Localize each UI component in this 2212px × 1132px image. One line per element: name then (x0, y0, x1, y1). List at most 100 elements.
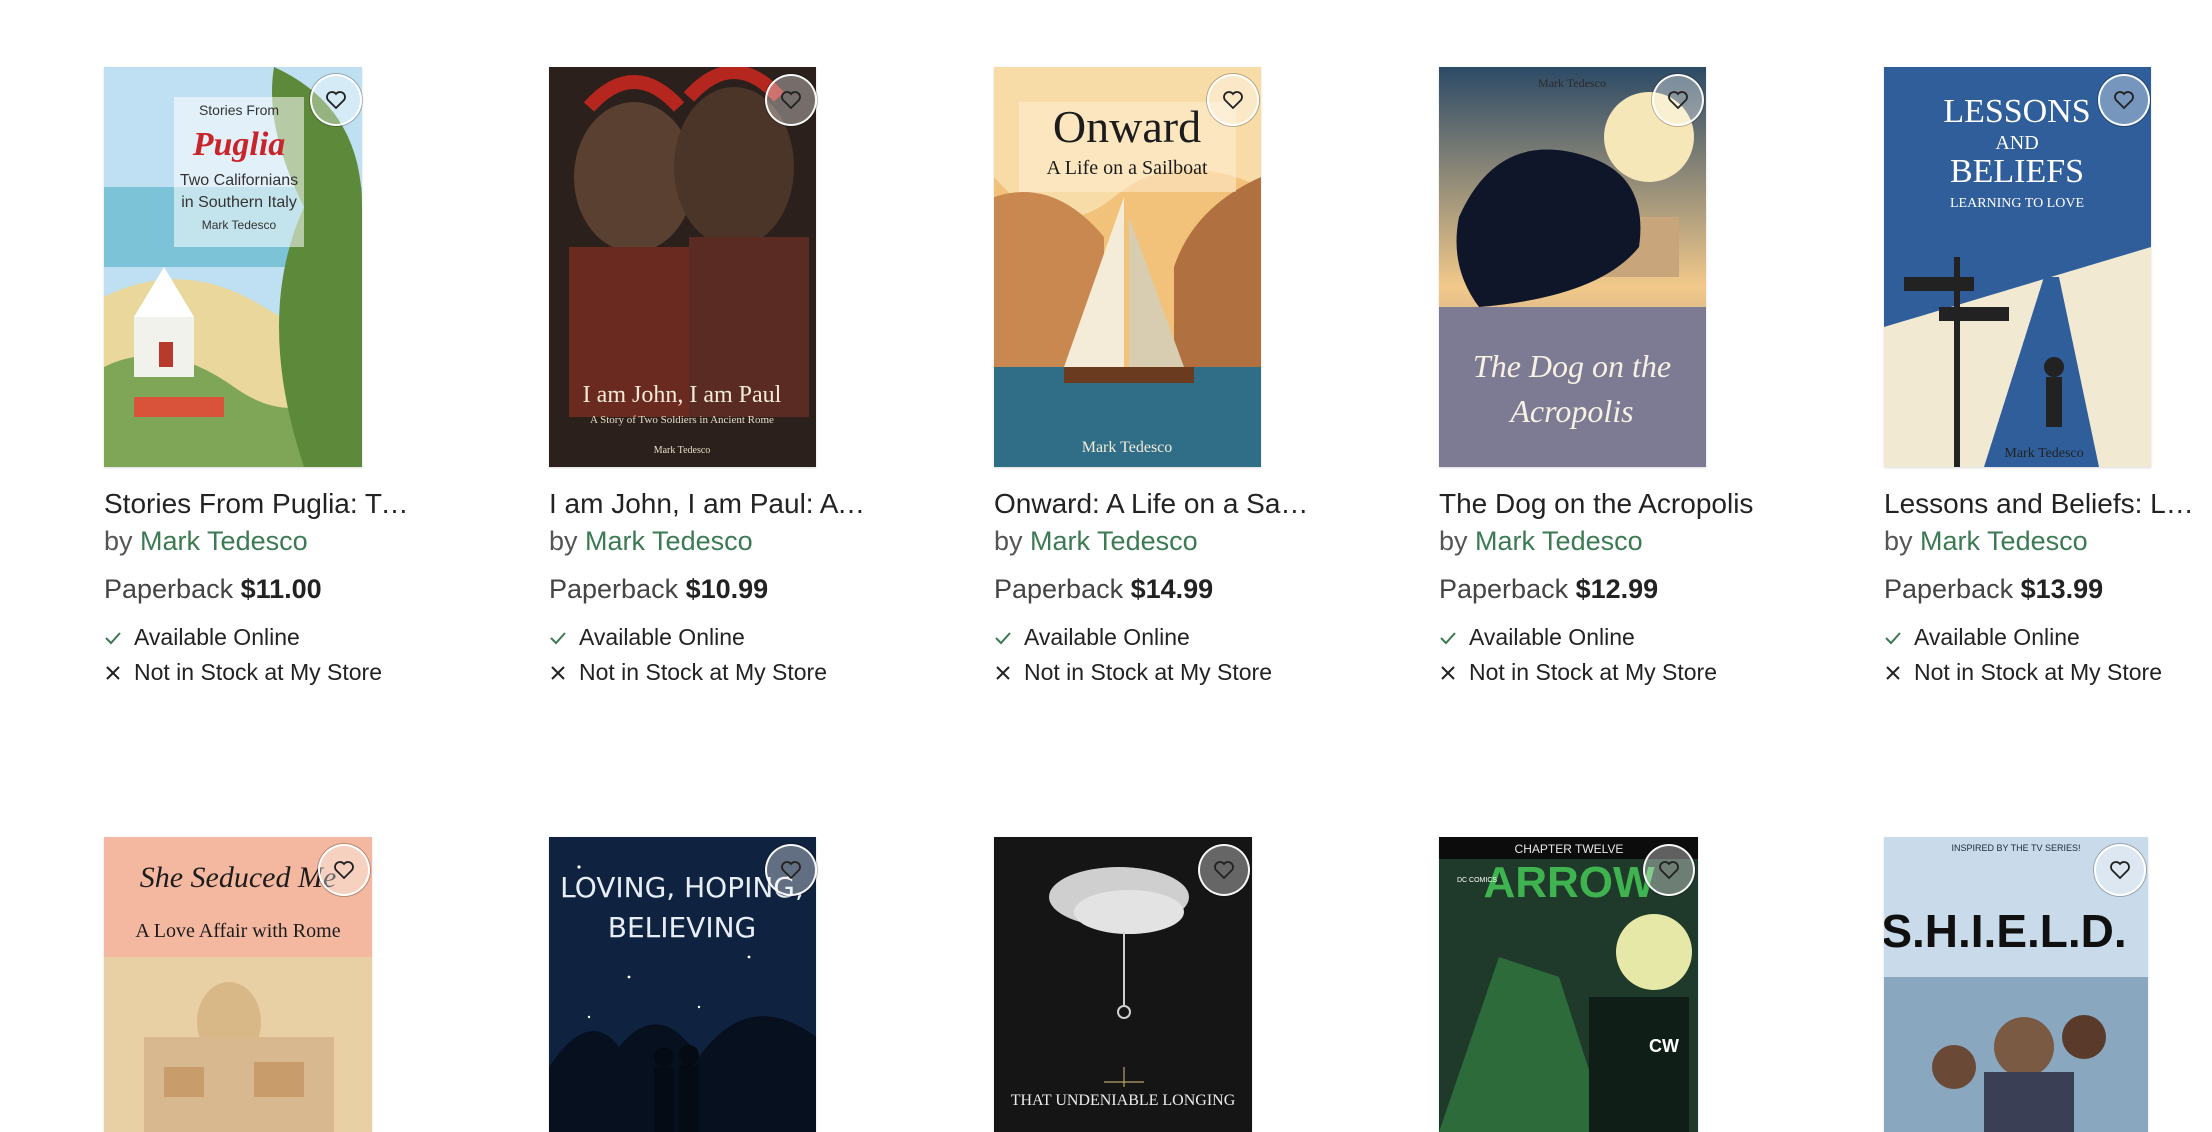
book-title-link[interactable]: Lessons and Beliefs: Lear… (1884, 488, 2204, 520)
cover-text: A Love Affair with Rome (135, 920, 340, 942)
availability-store-text: Not in Stock at My Store (1024, 659, 1272, 685)
availability-online: Available Online (1439, 624, 1635, 651)
book-title-link[interactable]: Onward: A Life on a Sailb… (994, 488, 1314, 520)
cover-text: Two Californians (180, 172, 298, 189)
heart-icon (1659, 861, 1679, 880)
wishlist-heart-button[interactable] (1198, 844, 1250, 896)
heart-icon (1223, 91, 1243, 110)
cover-text: Mark Tedesco (1538, 76, 1606, 90)
price-row: Paperback $11.00 (104, 574, 322, 605)
cover-text: Puglia (192, 126, 286, 163)
book-title-link[interactable]: I am John, I am Paul: A St… (549, 488, 869, 520)
author-link[interactable]: Mark Tedesco (585, 526, 753, 556)
cover-text: CW (1649, 1036, 1679, 1056)
wishlist-heart-button[interactable] (2094, 844, 2146, 896)
price: $14.99 (1130, 574, 1214, 604)
cover-text: CHAPTER TWELVE (1515, 842, 1624, 856)
wishlist-heart-button[interactable] (310, 74, 362, 126)
availability-store: Not in Stock at My Store (1439, 659, 1717, 686)
price: $11.00 (240, 574, 322, 604)
byline: by Mark Tedesco (1884, 526, 2088, 557)
close-icon (1441, 665, 1455, 680)
by-label: by (1439, 526, 1468, 556)
heart-icon (1214, 861, 1234, 880)
wishlist-heart-button[interactable] (765, 74, 817, 126)
availability-store-text: Not in Stock at My Store (1469, 659, 1717, 685)
availability-online-text: Available Online (134, 624, 300, 650)
cover-text: BELIEVING (608, 911, 757, 944)
author-link[interactable]: Mark Tedesco (1920, 526, 2088, 556)
book-title-link[interactable]: The Dog on the Acropolis (1439, 488, 1753, 520)
close-icon (1886, 665, 1900, 680)
by-label: by (104, 526, 133, 556)
check-icon (1885, 631, 1901, 644)
book-cover-image[interactable]: Stories From Puglia Two Californians in … (104, 67, 362, 467)
author-link[interactable]: Mark Tedesco (140, 526, 308, 556)
check-icon (995, 631, 1011, 644)
book-title-link[interactable]: Stories From Puglia: Two… (104, 488, 424, 520)
cover-text: Stories From (199, 102, 279, 118)
format-label: Paperback (104, 574, 234, 604)
cover-text: Mark Tedesco (2004, 446, 2083, 461)
cover-text: A Life on a Sailboat (1046, 157, 1208, 179)
heart-icon (781, 861, 801, 880)
byline: by Mark Tedesco (104, 526, 308, 557)
cover-text: Onward (1053, 101, 1201, 152)
byline: by Mark Tedesco (549, 526, 753, 557)
heart-icon (2114, 91, 2134, 110)
cover-text: S.H.I.E.L.D. (1884, 905, 2127, 957)
price-row: Paperback $13.99 (1884, 574, 2103, 605)
cover-text: ARROW (1483, 858, 1655, 907)
availability-online: Available Online (104, 624, 300, 651)
book-cover-image[interactable]: LESSONS AND BELIEFS LEARNING TO LOVE Mar… (1884, 67, 2151, 467)
cover-text: LESSONS (1943, 93, 2090, 130)
heart-icon (1668, 91, 1688, 110)
availability-online: Available Online (1884, 624, 2080, 651)
availability-online: Available Online (549, 624, 745, 651)
check-icon (105, 631, 121, 644)
price-row: Paperback $12.99 (1439, 574, 1658, 605)
book-cover-image[interactable]: Mark Tedesco The Dog on the Acropolis (1439, 67, 1706, 467)
cover-text: AND (1995, 132, 2038, 154)
byline: by Mark Tedesco (994, 526, 1198, 557)
format-label: Paperback (549, 574, 679, 604)
author-link[interactable]: Mark Tedesco (1030, 526, 1198, 556)
wishlist-heart-button[interactable] (765, 844, 817, 896)
availability-online-text: Available Online (579, 624, 745, 650)
availability-store-text: Not in Stock at My Store (1914, 659, 2162, 685)
book-cover-image[interactable]: Onward A Life on a Sailboat Mark Tedesco (994, 67, 1261, 467)
cover-text: Acropolis (1508, 393, 1633, 429)
format-label: Paperback (1884, 574, 2014, 604)
cover-text: in Southern Italy (181, 194, 297, 211)
cover-text: Mark Tedesco (202, 218, 277, 232)
wishlist-heart-button[interactable] (1643, 844, 1695, 896)
check-icon (1440, 631, 1456, 644)
heart-icon (2110, 861, 2130, 880)
heart-icon (334, 861, 354, 880)
cover-text: The Dog on the (1473, 348, 1671, 384)
author-link[interactable]: Mark Tedesco (1475, 526, 1643, 556)
wishlist-heart-button[interactable] (318, 844, 370, 896)
availability-store: Not in Stock at My Store (994, 659, 1272, 686)
wishlist-heart-button[interactable] (2098, 74, 2150, 126)
byline: by Mark Tedesco (1439, 526, 1643, 557)
wishlist-heart-button[interactable] (1207, 74, 1259, 126)
format-label: Paperback (994, 574, 1124, 604)
cover-text: LEARNING TO LOVE (1950, 196, 2084, 211)
availability-store-text: Not in Stock at My Store (579, 659, 827, 685)
price: $13.99 (2020, 574, 2104, 604)
check-icon (550, 631, 566, 644)
product-grid: Stories From Puglia Two Californians in … (0, 0, 2212, 1132)
close-icon (551, 665, 565, 680)
price: $12.99 (1575, 574, 1659, 604)
book-cover-image[interactable]: I am John, I am Paul A Story of Two Sold… (549, 67, 816, 467)
wishlist-heart-button[interactable] (1652, 74, 1704, 126)
heart-icon (781, 91, 801, 110)
availability-store: Not in Stock at My Store (549, 659, 827, 686)
by-label: by (994, 526, 1023, 556)
price-row: Paperback $10.99 (549, 574, 768, 605)
cover-text: INSPIRED BY THE TV SERIES! (1951, 843, 2080, 853)
by-label: by (1884, 526, 1913, 556)
cover-text: She Seduced Me (140, 861, 337, 894)
format-label: Paperback (1439, 574, 1569, 604)
